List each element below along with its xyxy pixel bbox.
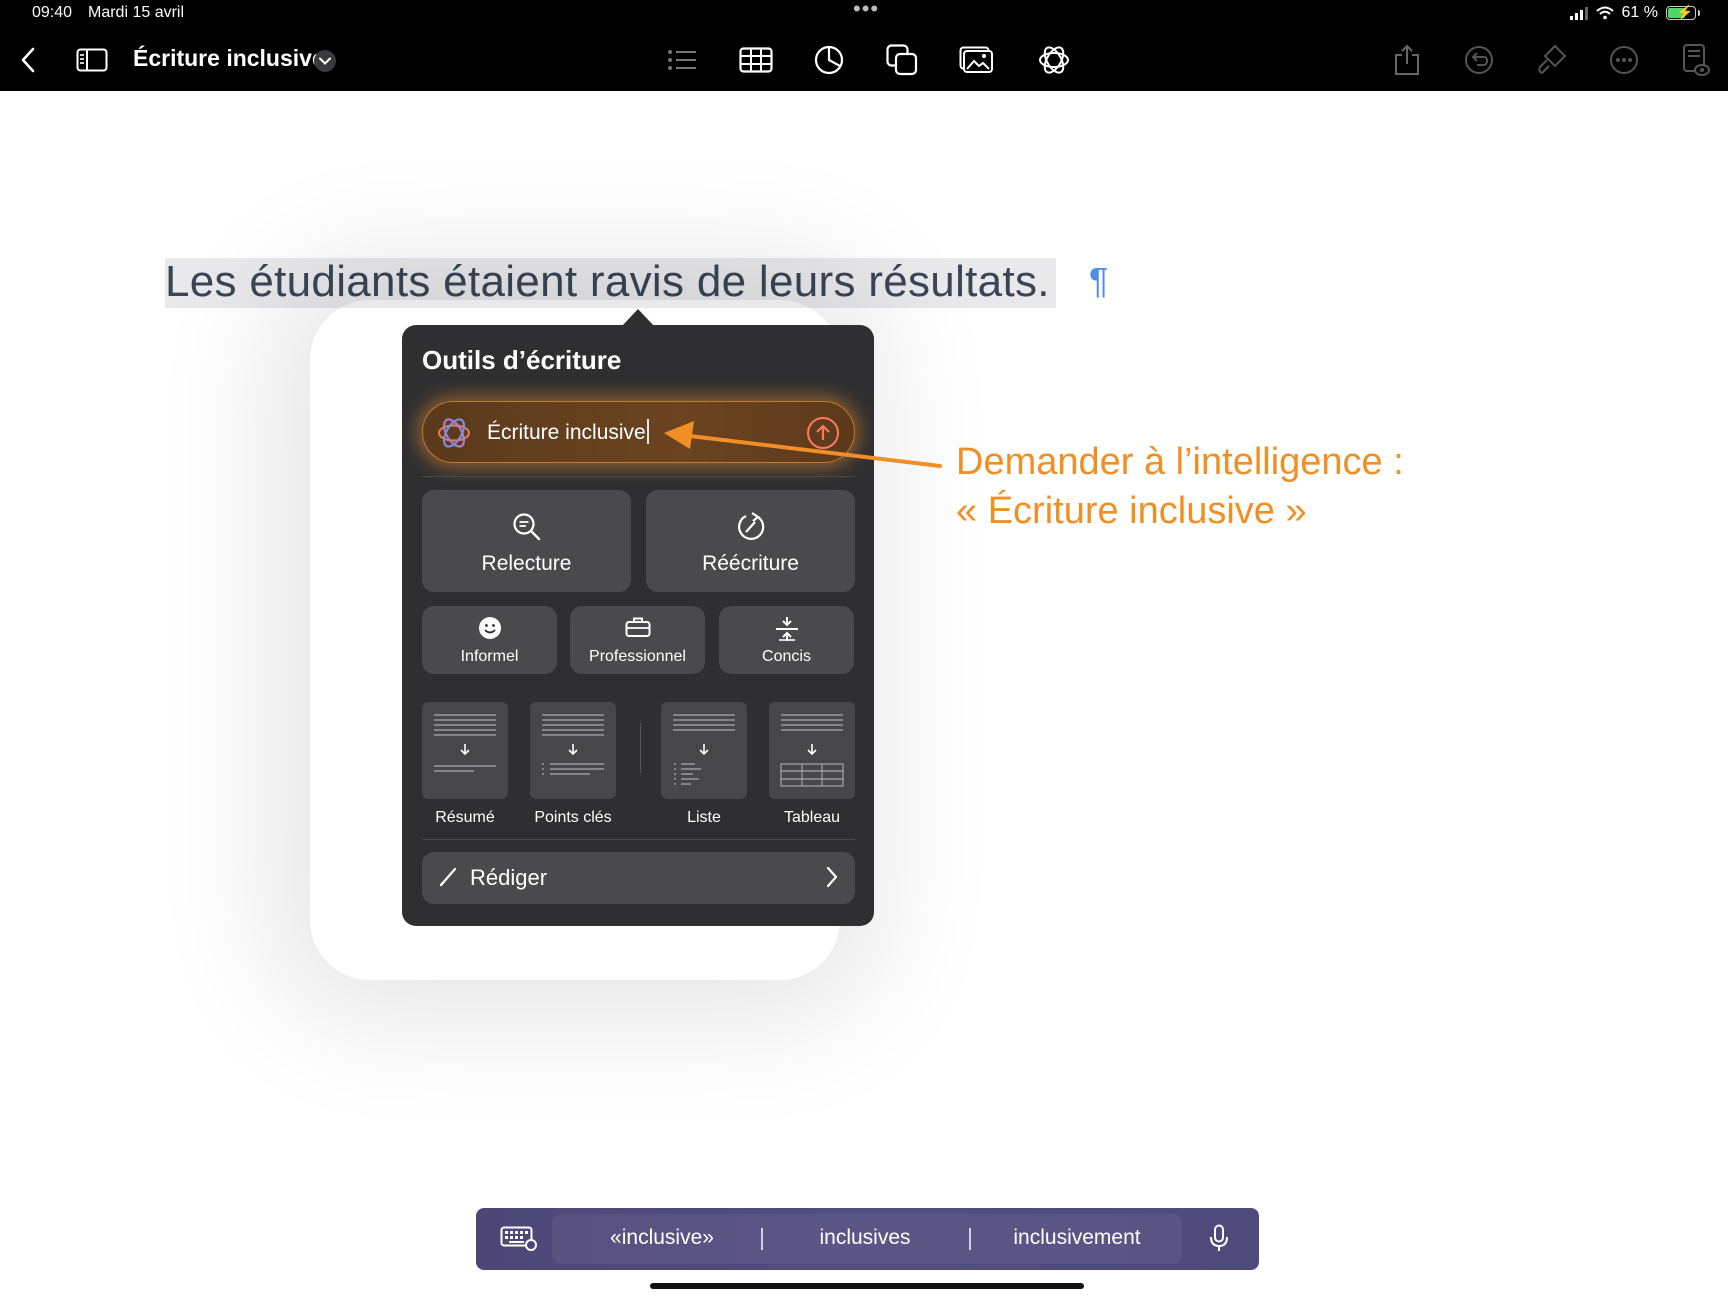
annotation-arrow — [664, 421, 942, 468]
suggestion-separator — [761, 1228, 763, 1250]
autocomplete-suggestions: «inclusive» inclusives inclusivement — [552, 1214, 1182, 1264]
microphone-icon[interactable] — [1209, 1224, 1229, 1254]
suggestion-item[interactable]: inclusives — [780, 1226, 950, 1250]
annotation-line-1: Demander à l’intelligence : — [956, 441, 1404, 483]
keyboard-shortcut-bar: «inclusive» inclusives inclusivement — [476, 1208, 1259, 1270]
suggestion-item[interactable]: inclusivement — [977, 1226, 1177, 1250]
home-indicator[interactable] — [650, 1283, 1084, 1289]
keyboard-icon[interactable] — [500, 1226, 538, 1252]
suggestion-item[interactable]: «inclusive» — [582, 1226, 742, 1250]
annotation-callout: Demander à l’intelligence : « Écriture i… — [956, 438, 1404, 536]
annotation-line-2: « Écriture inclusive » — [956, 490, 1307, 532]
suggestion-separator — [969, 1228, 971, 1250]
